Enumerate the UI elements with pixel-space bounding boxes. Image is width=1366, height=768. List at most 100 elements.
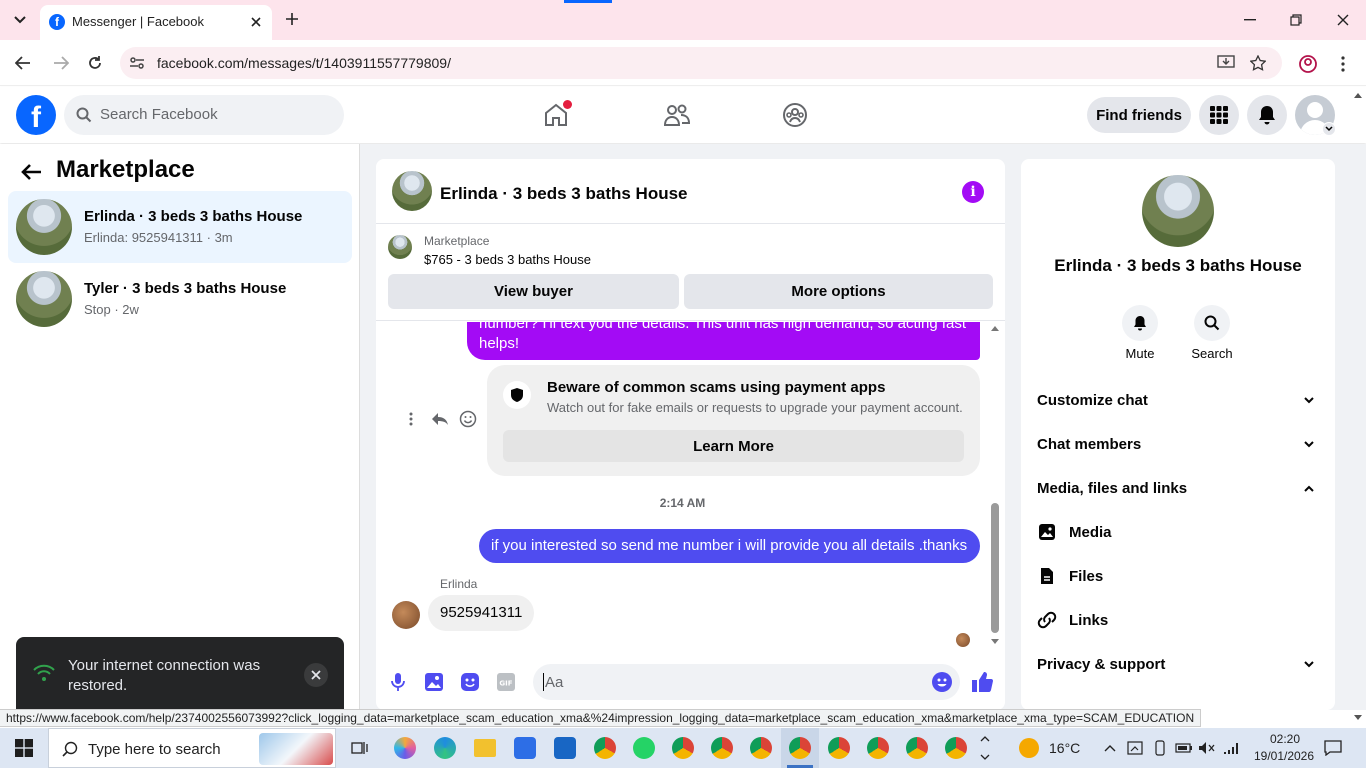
media-row[interactable]: Media [1029,512,1327,552]
outgoing-message[interactable]: if you interested so send me number i wi… [479,529,980,563]
sticker-icon[interactable] [458,670,482,694]
page-scroll-down-icon[interactable] [1353,713,1363,723]
chat-title[interactable]: Erlinda · 3 beds 3 baths House [440,184,688,204]
info-icon[interactable]: i [962,181,984,203]
window-close-icon[interactable] [1333,10,1353,30]
gif-icon[interactable]: GIF [494,670,518,694]
tray-app-icon[interactable] [1127,739,1143,757]
outgoing-message[interactable]: number? I'll text you the details. This … [467,322,980,360]
restore-icon[interactable] [1286,10,1306,30]
tab-close-icon[interactable] [246,12,266,32]
toast-message: Your internet connection was restored. [68,657,261,694]
link-icon [1037,611,1057,629]
back-arrow-icon[interactable] [18,160,44,184]
install-app-icon[interactable] [1216,53,1236,73]
account-chevron-icon[interactable] [1322,122,1336,136]
chat-members-row[interactable]: Chat members [1029,424,1327,464]
weather-sun-icon[interactable] [1019,738,1039,758]
sender-avatar[interactable] [392,601,420,629]
facebook-logo-icon[interactable]: f [16,95,56,135]
page-scroll-up-icon[interactable] [1353,90,1363,100]
taskbar-search-box[interactable]: Type here to search [48,728,336,768]
chrome-profile-icon[interactable] [906,737,928,759]
scroll-thumb[interactable] [991,503,999,633]
scroll-down-icon[interactable] [991,638,999,646]
react-icon[interactable] [458,410,478,428]
omnibox[interactable]: facebook.com/messages/t/1403911557779809… [120,47,1282,79]
forward-icon[interactable] [50,52,72,74]
like-thumb-icon[interactable] [970,670,994,694]
search-button[interactable]: Search [1191,305,1233,363]
weather-temperature[interactable]: 16°C [1049,740,1080,756]
message-input[interactable]: Aa [533,664,960,700]
toast-close-icon[interactable] [304,663,328,687]
emoji-icon[interactable] [932,672,952,692]
groups-icon[interactable] [780,101,810,129]
browser-tab[interactable]: f Messenger | Facebook [40,5,272,40]
incoming-message[interactable]: 9525941311 [428,595,535,631]
clock-date[interactable]: 19/01/2026 [1244,749,1324,763]
tab-search-chevron-icon[interactable] [8,8,32,32]
notification-center-icon[interactable] [1323,738,1343,758]
chrome-icon[interactable] [594,737,616,759]
reply-icon[interactable] [430,410,450,428]
taskbar-overflow-icon[interactable] [978,730,992,766]
find-friends-button[interactable]: Find friends [1087,97,1191,133]
chat-avatar[interactable] [392,171,432,211]
site-info-icon[interactable] [128,54,146,72]
home-icon[interactable] [540,100,572,129]
chrome-profile-icon[interactable] [750,737,772,759]
scroll-up-icon[interactable] [991,324,999,332]
menu-grid-icon[interactable] [1199,95,1239,135]
battery-icon[interactable] [1175,740,1193,756]
minimize-icon[interactable] [1240,10,1260,30]
info-avatar[interactable] [1142,175,1214,247]
chrome-profile-icon[interactable] [828,737,850,759]
profile-icon[interactable] [1297,53,1319,75]
task-view-icon[interactable] [350,738,370,758]
friends-icon[interactable] [662,101,692,129]
edge-icon[interactable] [434,737,456,759]
shield-icon [503,381,531,409]
new-tab-icon[interactable] [282,9,302,29]
media-files-links-row[interactable]: Media, files and links [1029,468,1327,508]
copilot-icon[interactable] [394,737,416,759]
more-actions-icon[interactable] [406,410,416,428]
conversation-item[interactable]: Tyler · 3 beds 3 baths House Stop · 2w [8,263,352,335]
tray-device-icon[interactable] [1152,739,1168,757]
customize-chat-row[interactable]: Customize chat [1029,380,1327,420]
network-icon[interactable] [1222,740,1240,756]
search-facebook-input[interactable]: Search Facebook [64,95,344,135]
mute-button[interactable]: Mute [1120,305,1160,363]
learn-more-button[interactable]: Learn More [503,430,964,462]
mail-icon[interactable] [554,737,576,759]
back-icon[interactable] [12,52,34,74]
chrome-profile-icon[interactable] [867,737,889,759]
store-icon[interactable] [514,737,536,759]
files-row[interactable]: Files [1029,556,1327,596]
windows-start-icon[interactable] [14,738,34,758]
browser-menu-icon[interactable] [1333,53,1353,75]
reload-icon[interactable] [84,52,106,74]
notifications-bell-icon[interactable] [1247,95,1287,135]
file-explorer-icon[interactable] [474,739,496,757]
microphone-icon[interactable] [386,670,410,694]
privacy-support-row[interactable]: Privacy & support [1029,644,1327,684]
chrome-profile-icon[interactable] [672,737,694,759]
listing-title[interactable]: $765 - 3 beds 3 baths House [424,252,591,267]
chat-scrollbar[interactable] [989,322,1001,652]
tray-expand-icon[interactable] [1102,740,1118,756]
whatsapp-icon[interactable] [633,737,655,759]
chrome-profile-icon[interactable] [711,737,733,759]
listing-thumbnail [16,199,72,255]
clock-time[interactable]: 02:20 [1262,732,1308,746]
taskbar-active-app[interactable] [781,728,819,768]
photo-icon[interactable] [422,670,446,694]
bookmark-star-icon[interactable] [1248,53,1268,73]
chrome-profile-icon[interactable] [945,737,967,759]
view-buyer-button[interactable]: View buyer [388,274,679,309]
more-options-button[interactable]: More options [684,274,993,309]
volume-muted-icon[interactable] [1198,740,1216,756]
conversation-item[interactable]: Erlinda · 3 beds 3 baths House Erlinda: … [8,191,352,263]
links-row[interactable]: Links [1029,600,1327,640]
